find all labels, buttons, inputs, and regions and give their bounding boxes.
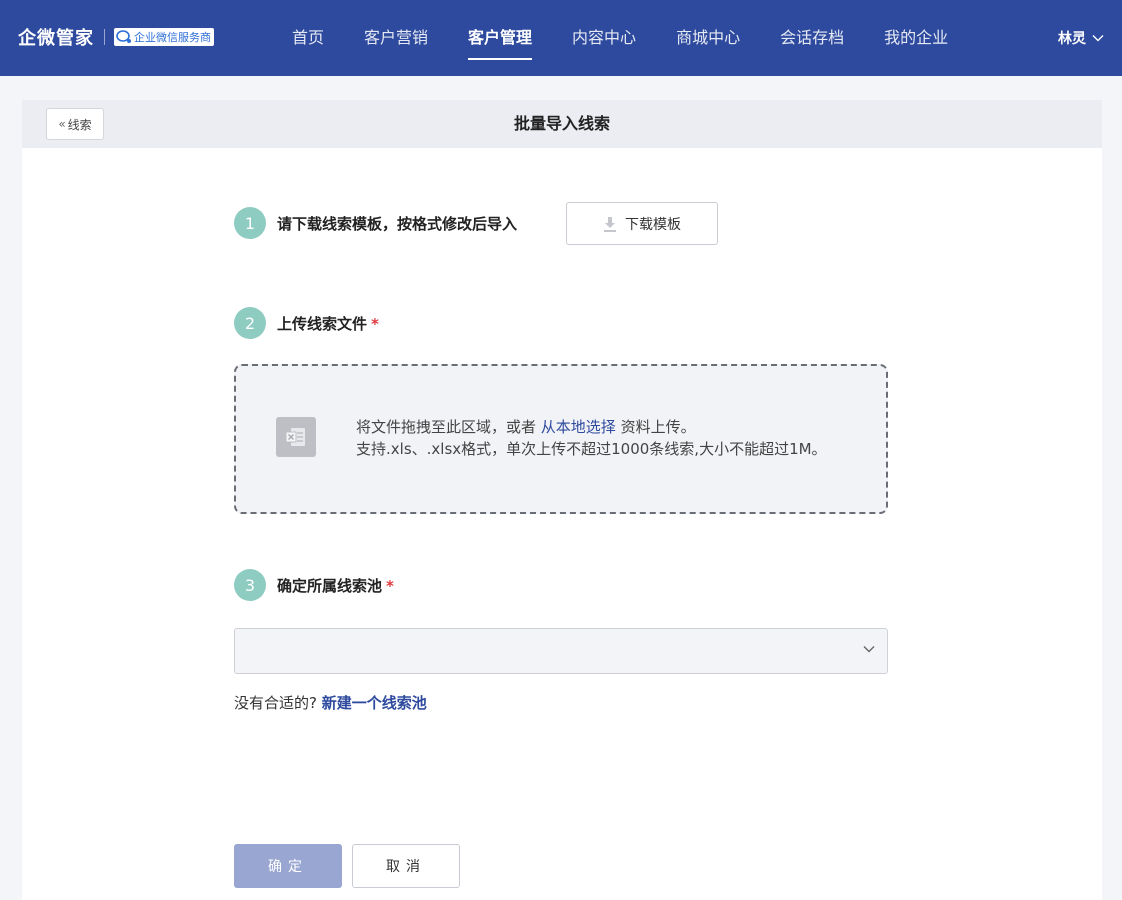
brand-separator bbox=[104, 29, 105, 45]
nav-customer-management[interactable]: 客户管理 bbox=[468, 0, 533, 76]
user-menu[interactable]: 林灵 bbox=[1058, 28, 1104, 48]
back-button[interactable]: « 线索 bbox=[46, 108, 104, 140]
file-dropzone[interactable]: 将文件拖拽至此区域，或者 从本地选择 资料上传。 支持.xls、.xlsx格式，… bbox=[234, 364, 888, 514]
dropzone-text-before: 将文件拖拽至此区域，或者 bbox=[356, 418, 537, 436]
wecom-logo-icon bbox=[116, 30, 131, 43]
panel-header: 批量导入线索 « 线索 bbox=[22, 100, 1102, 148]
double-chevron-left-icon: « bbox=[58, 117, 66, 131]
nav-my-enterprise[interactable]: 我的企业 bbox=[884, 0, 948, 76]
step-3-number: 3 bbox=[234, 569, 266, 601]
user-name: 林灵 bbox=[1058, 31, 1086, 47]
step-1-number: 1 bbox=[234, 207, 266, 239]
nav-mall-center[interactable]: 商城中心 bbox=[676, 0, 740, 76]
excel-file-icon bbox=[276, 417, 316, 457]
choose-local-file-link[interactable]: 从本地选择 bbox=[541, 418, 616, 436]
page-title: 批量导入线索 bbox=[513, 114, 610, 133]
import-panel: 批量导入线索 « 线索 1 请下载线索模板，按格式修改后导入 下载模板 2 上传… bbox=[22, 100, 1102, 900]
main-nav: 首页 客户营销 客户管理 内容中心 商城中心 会话存档 我的企业 bbox=[292, 0, 988, 76]
step-1-label: 请下载线索模板，按格式修改后导入 bbox=[277, 214, 518, 233]
step-3-label-text: 确定所属线索池 bbox=[277, 576, 383, 595]
brand-name: 企微管家 bbox=[18, 28, 94, 49]
dropzone-instruction: 将文件拖拽至此区域，或者 从本地选择 资料上传。 bbox=[356, 416, 827, 438]
required-mark: * bbox=[371, 314, 379, 333]
nav-chat-archive[interactable]: 会话存档 bbox=[780, 0, 844, 76]
chevron-down-icon bbox=[863, 646, 875, 653]
step-2: 2 上传线索文件 * bbox=[234, 307, 379, 339]
download-icon bbox=[604, 216, 616, 232]
back-button-label: 线索 bbox=[67, 117, 92, 132]
top-navbar: 企微管家 企业微信服务商 首页 客户营销 客户管理 内容中心 商城中心 会话存档… bbox=[0, 0, 1122, 76]
confirm-button[interactable]: 确定 bbox=[234, 844, 342, 888]
brand: 企微管家 企业微信服务商 bbox=[18, 24, 214, 50]
step-2-number: 2 bbox=[234, 307, 266, 339]
cancel-button[interactable]: 取消 bbox=[352, 844, 460, 888]
chevron-down-icon bbox=[1092, 35, 1104, 42]
download-template-label: 下载模板 bbox=[625, 216, 681, 233]
nav-customer-marketing[interactable]: 客户营销 bbox=[364, 0, 428, 76]
step-2-label-text: 上传线索文件 bbox=[277, 314, 368, 333]
dropzone-text: 将文件拖拽至此区域，或者 从本地选择 资料上传。 支持.xls、.xlsx格式，… bbox=[356, 416, 827, 460]
step-1: 1 请下载线索模板，按格式修改后导入 bbox=[234, 207, 517, 239]
nav-content-center[interactable]: 内容中心 bbox=[572, 0, 636, 76]
brand-badge: 企业微信服务商 bbox=[114, 28, 214, 46]
nav-home[interactable]: 首页 bbox=[292, 0, 324, 76]
download-template-button[interactable]: 下载模板 bbox=[566, 202, 718, 245]
create-lead-pool-link[interactable]: 新建一个线索池 bbox=[322, 694, 427, 712]
step-2-label: 上传线索文件 * bbox=[277, 313, 379, 334]
new-pool-prompt: 没有合适的? 新建一个线索池 bbox=[234, 692, 427, 713]
step-3: 3 确定所属线索池 * bbox=[234, 569, 394, 601]
dropzone-hint: 支持.xls、.xlsx格式，单次上传不超过1000条线索,大小不能超过1M。 bbox=[356, 440, 827, 458]
step-3-label: 确定所属线索池 * bbox=[277, 575, 394, 596]
lead-pool-select[interactable] bbox=[234, 628, 888, 674]
required-mark: * bbox=[386, 576, 394, 595]
dropzone-text-after: 资料上传。 bbox=[620, 418, 696, 436]
brand-badge-text: 企业微信服务商 bbox=[134, 31, 211, 44]
new-pool-text: 没有合适的? bbox=[234, 694, 317, 712]
